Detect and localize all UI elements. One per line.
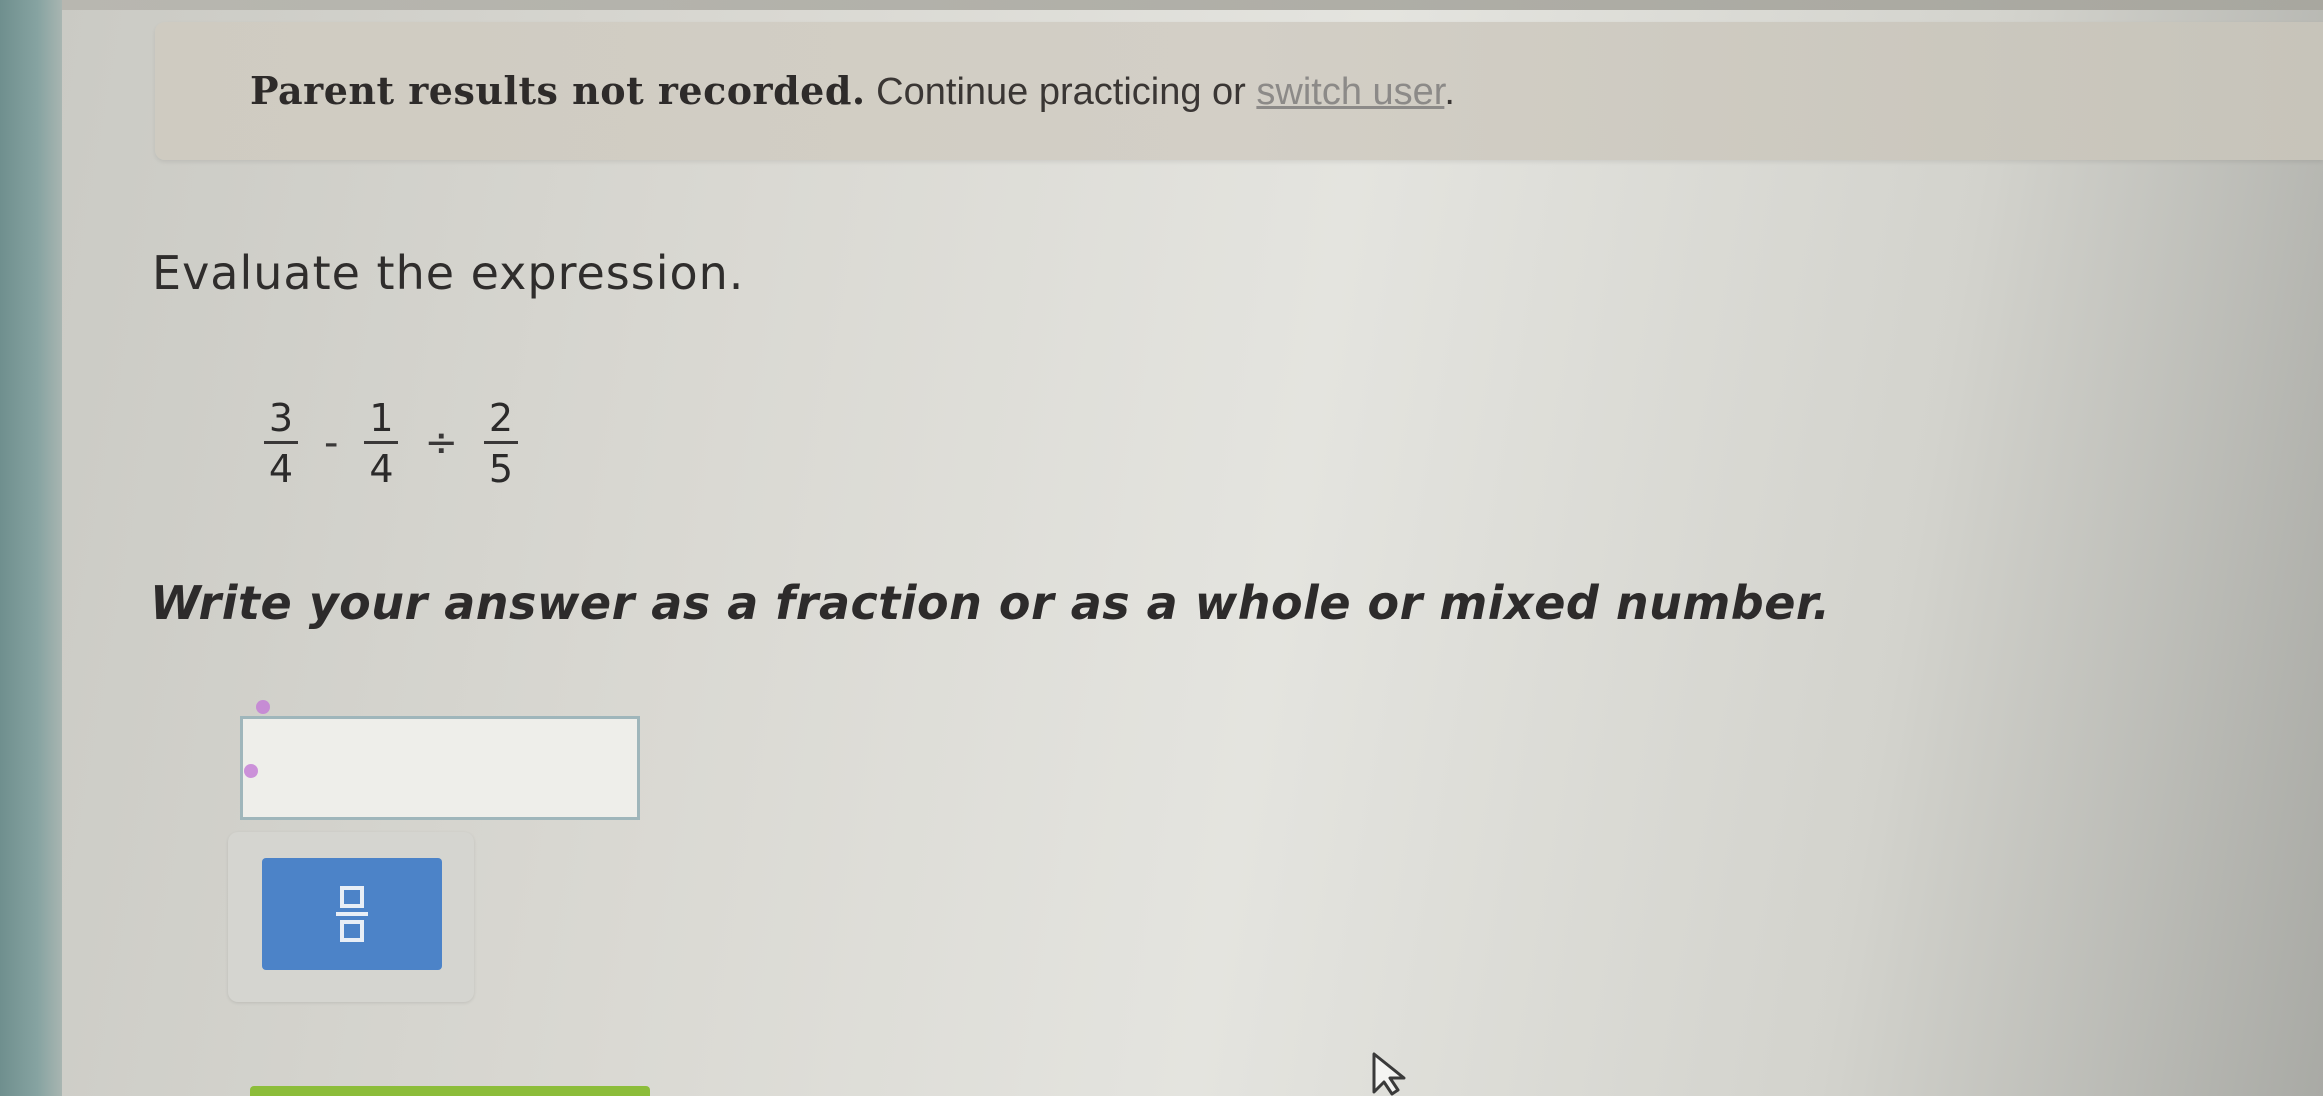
mouse-pointer-icon (1372, 1052, 1406, 1096)
banner-continue-text: Continue practicing or (865, 71, 1257, 113)
fraction-2-numerator: 1 (369, 395, 394, 440)
status-banner: Parent results not recorded. Continue pr… (155, 22, 2323, 160)
answer-input[interactable] (240, 716, 640, 820)
fraction-1-numerator: 3 (268, 395, 294, 440)
fraction-2: 1 4 (364, 395, 399, 491)
fraction-1-denominator: 4 (268, 446, 294, 491)
divide-operator: ÷ (424, 420, 458, 466)
top-frame-line (62, 0, 2323, 10)
left-edge-strip (0, 0, 62, 1096)
answer-format-instruction: Write your answer as a fraction or as a … (150, 576, 1831, 630)
fraction-3-denominator: 5 (488, 446, 514, 491)
minus-operator: - (324, 420, 339, 466)
banner-period: . (1444, 71, 1455, 113)
switch-user-link[interactable]: switch user (1256, 71, 1444, 113)
fraction-3-numerator: 2 (488, 395, 514, 440)
cursor-marker-icon (244, 764, 258, 778)
question-instruction: Evaluate the expression. (152, 246, 745, 300)
fraction-3: 2 5 (483, 395, 518, 491)
math-expression: 3 4 - 1 4 ÷ 2 5 (256, 378, 526, 508)
fraction-template-icon (336, 886, 368, 942)
fraction-button[interactable] (262, 858, 442, 970)
fraction-2-denominator: 4 (369, 446, 394, 491)
banner-message: Parent results not recorded. Continue pr… (250, 68, 1455, 114)
green-accent-bar (250, 1086, 650, 1096)
cursor-marker-icon (256, 700, 270, 714)
banner-bold-text: Parent results not recorded. (250, 68, 866, 113)
fraction-1: 3 4 (264, 399, 298, 488)
